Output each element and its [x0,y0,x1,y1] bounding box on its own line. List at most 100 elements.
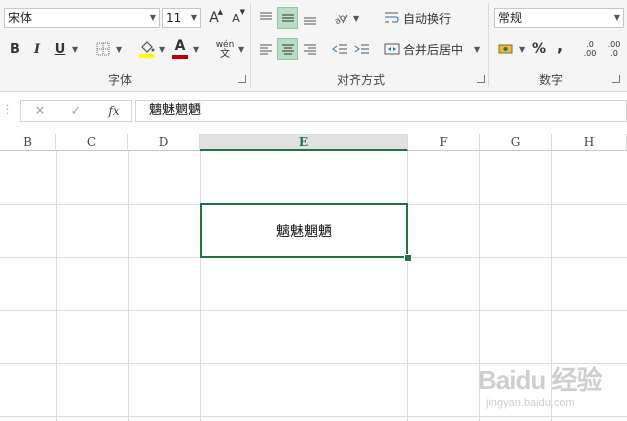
watermark-url: jingyan.baidu.com [486,397,575,409]
fx-icon: fx [108,104,120,118]
align-middle-icon [281,14,294,22]
font-name-combo[interactable]: 宋体 ▼ [4,8,160,28]
fill-color-dropdown-icon[interactable]: ▼ [159,45,165,54]
underline-dropdown-icon[interactable]: ▼ [72,45,78,54]
formula-content: 魑魅魍魉 [149,103,202,118]
column-header-b[interactable]: B [0,134,56,151]
percent-button[interactable]: % [530,38,548,60]
align-top-icon [260,12,272,20]
column-header-g[interactable]: G [480,134,552,151]
insert-function-button[interactable]: fx [103,102,125,120]
column-header-label: F [439,135,448,149]
grid-line [0,416,627,417]
borders-button[interactable] [94,40,112,58]
fill-color-swatch [139,54,155,58]
font-dialog-launcher-icon[interactable] [238,75,246,83]
number-format-combo[interactable]: 常规 ▼ [494,8,624,28]
borders-dropdown-icon[interactable]: ▼ [116,45,122,54]
align-left-icon [260,44,272,55]
align-middle-button[interactable] [277,7,298,29]
font-name-value: 宋体 [8,11,33,25]
column-header-f[interactable]: F [408,134,480,151]
underline-icon: U [54,41,66,57]
text-orientation-icon: ab [333,13,348,25]
decrease-indent-button[interactable] [330,38,350,60]
increase-decimal-icon: .0 .00 [583,40,597,58]
column-header-label: B [23,135,32,149]
decrease-decimal-icon: .00 .0 [607,40,621,58]
number-format-value: 常规 [498,11,523,25]
bold-button[interactable]: B [6,39,24,59]
accounting-dropdown-icon[interactable]: ▼ [519,45,525,54]
grid-line [0,310,627,311]
fill-handle[interactable] [404,254,412,262]
currency-icon [498,44,513,54]
phonetic-button[interactable]: wén 文 [214,38,236,62]
orientation-dropdown-icon[interactable]: ▼ [353,14,359,23]
increase-indent-icon [354,44,369,54]
cell-text: 魑魅魍魉 [276,223,332,240]
svg-text:ab: ab [333,13,348,25]
decrease-indent-icon [332,44,347,54]
confirm-entry-icon[interactable]: ✓ [67,102,85,120]
watermark: Baidu 经验 jingyan.baidu.com [478,360,602,409]
grid-line [128,151,129,421]
formula-actions: ✕ ✓ fx [20,100,132,122]
align-center-button[interactable] [277,38,298,60]
percent-icon: % [531,41,547,57]
column-header-label: C [86,135,97,149]
font-color-swatch [172,55,188,59]
column-header-e[interactable]: E [200,134,408,151]
font-color-dropdown-icon[interactable]: ▼ [193,45,199,54]
increase-indent-button[interactable] [352,38,372,60]
column-header-c[interactable]: C [56,134,128,151]
formula-input[interactable]: 魑魅魍魉 [135,100,627,122]
merge-center-label: 合并后居中 [403,42,464,57]
font-color-button[interactable]: A [171,38,189,60]
font-size-combo[interactable]: 11 ▼ [162,8,201,28]
comma-style-button[interactable]: , [553,34,567,56]
accounting-format-button[interactable] [496,38,516,60]
italic-icon: I [33,41,41,57]
watermark-brand: Baidu 经验 [478,365,602,395]
shrink-font-button[interactable]: A ▼ [227,8,245,28]
comma-icon: , [556,35,564,55]
formula-bar: · · · ✕ ✓ fx 魑魅魍魉 [0,98,627,126]
group-divider [488,3,489,87]
font-color-icon: A [174,38,186,54]
orientation-button[interactable]: ab [331,7,351,29]
selected-cell[interactable]: 魑魅魍魉 [200,203,408,258]
decrease-decimal-button[interactable]: .00 .0 [604,38,624,60]
grid-line [56,151,57,421]
formula-bar-grip-icon: · · · [6,101,10,120]
grid-line [407,151,408,421]
chevron-down-icon: ▼ [190,13,197,22]
wrap-text-label: 自动换行 [403,11,452,26]
bold-icon: B [10,41,20,57]
fill-color-button[interactable] [137,38,157,60]
increase-decimal-button[interactable]: .0 .00 [580,38,600,60]
column-header-h[interactable]: H [552,134,627,151]
align-top-button[interactable] [256,7,276,29]
grow-font-button[interactable]: A ▲ [205,8,223,28]
cancel-entry-icon[interactable]: ✕ [31,102,49,120]
paint-bucket-icon [141,41,155,53]
ribbon: 宋体 ▼ 11 ▼ A ▲ A ▼ B I U ▼ ▼ ▼ A ▼ wén 文 … [0,0,627,92]
merge-center-button[interactable]: 合并后居中 [384,38,468,60]
align-bottom-icon [304,17,316,25]
italic-button[interactable]: I [28,39,46,59]
number-dialog-launcher-icon[interactable] [612,75,620,83]
merge-dropdown-icon[interactable]: ▼ [474,45,480,54]
align-left-button[interactable] [256,38,276,60]
align-right-button[interactable] [300,38,320,60]
column-header-label: H [583,135,595,149]
column-header-d[interactable]: D [128,134,200,151]
column-header-label: E [298,135,309,149]
alignment-dialog-launcher-icon[interactable] [477,75,485,83]
font-group-label: 字体 [107,73,132,87]
align-bottom-button[interactable] [300,7,320,29]
phonetic-icon: 文 [220,49,230,60]
wrap-text-button[interactable]: 自动换行 [384,7,456,29]
underline-button[interactable]: U [52,39,68,59]
phonetic-dropdown-icon[interactable]: ▼ [238,45,244,54]
